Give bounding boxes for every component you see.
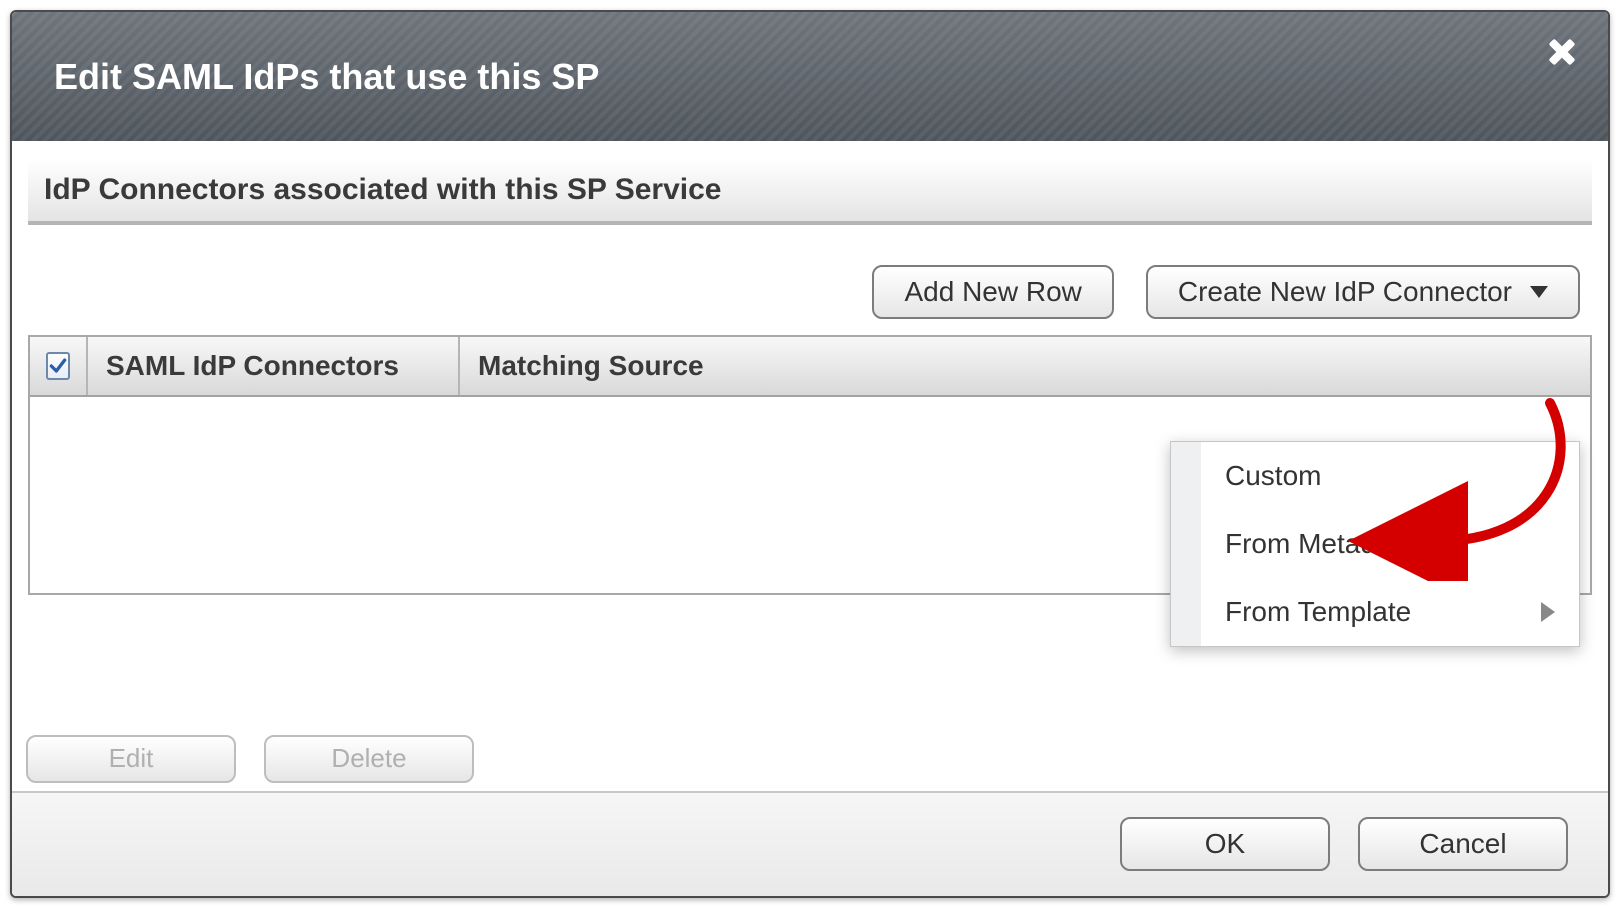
create-new-idp-connector-label: Create New IdP Connector bbox=[1178, 276, 1512, 308]
section-header: IdP Connectors associated with this SP S… bbox=[28, 159, 1592, 225]
edit-label: Edit bbox=[109, 743, 154, 774]
spacer: Edit Delete bbox=[12, 711, 1608, 791]
submenu-arrow-icon bbox=[1541, 602, 1555, 622]
modal-dialog: Edit SAML IdPs that use this SP IdP Conn… bbox=[10, 10, 1610, 898]
table-toolbar: Add New Row Create New IdP Connector bbox=[28, 225, 1592, 335]
add-new-row-button[interactable]: Add New Row bbox=[872, 265, 1113, 319]
select-all-checkbox[interactable] bbox=[46, 352, 70, 380]
dropdown-item-label: Custom bbox=[1225, 460, 1321, 492]
dialog-titlebar: Edit SAML IdPs that use this SP bbox=[12, 12, 1608, 141]
row-actions: Edit Delete bbox=[12, 711, 1608, 791]
column-header-connectors[interactable]: SAML IdP Connectors bbox=[88, 337, 460, 395]
add-new-row-label: Add New Row bbox=[904, 276, 1081, 308]
ok-label: OK bbox=[1205, 828, 1245, 860]
dropdown-item-label: From Metadata bbox=[1225, 528, 1415, 560]
edit-button[interactable]: Edit bbox=[26, 735, 236, 783]
dialog-title: Edit SAML IdPs that use this SP bbox=[12, 56, 599, 98]
column-header-matching-source[interactable]: Matching Source bbox=[460, 337, 1590, 395]
create-new-idp-connector-button[interactable]: Create New IdP Connector bbox=[1146, 265, 1580, 319]
cancel-button[interactable]: Cancel bbox=[1358, 817, 1568, 871]
select-all-header[interactable] bbox=[30, 337, 88, 395]
dialog-body: IdP Connectors associated with this SP S… bbox=[12, 141, 1608, 710]
dropdown-item-label: From Template bbox=[1225, 596, 1411, 628]
create-connector-dropdown: Custom From Metadata From Template bbox=[1170, 441, 1580, 647]
dropdown-item-from-template[interactable]: From Template bbox=[1171, 578, 1579, 646]
cancel-label: Cancel bbox=[1419, 828, 1506, 860]
dialog-footer: OK Cancel bbox=[12, 791, 1608, 896]
delete-button[interactable]: Delete bbox=[264, 735, 474, 783]
dropdown-item-custom[interactable]: Custom bbox=[1171, 442, 1579, 510]
table-header-row: SAML IdP Connectors Matching Source bbox=[30, 337, 1590, 397]
ok-button[interactable]: OK bbox=[1120, 817, 1330, 871]
delete-label: Delete bbox=[331, 743, 406, 774]
dropdown-item-from-metadata[interactable]: From Metadata bbox=[1171, 510, 1579, 578]
chevron-down-icon bbox=[1530, 286, 1548, 298]
close-icon[interactable] bbox=[1544, 34, 1580, 70]
